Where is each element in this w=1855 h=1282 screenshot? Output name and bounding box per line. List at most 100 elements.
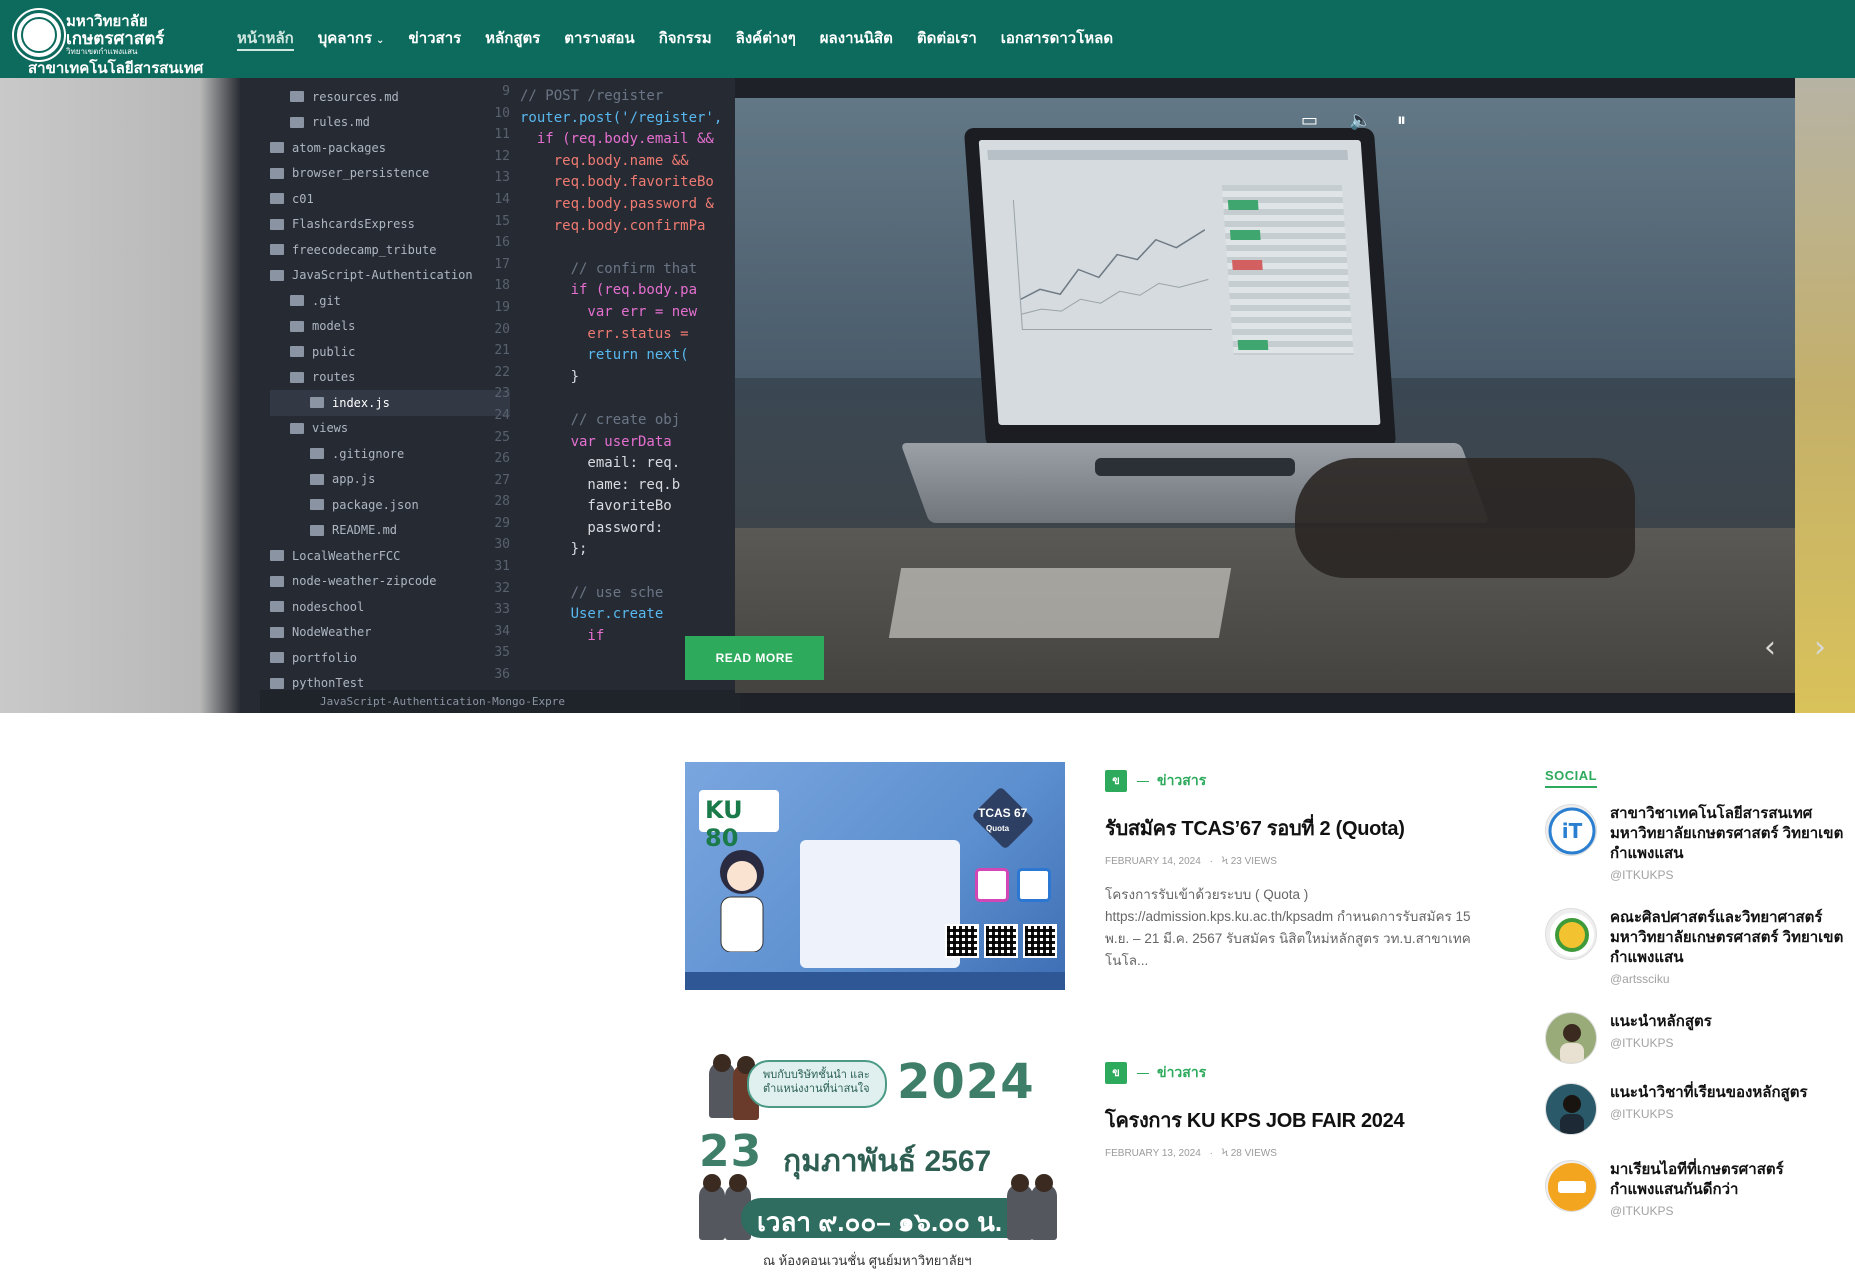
main-nav: หน้าหลัก บุคลากร ⌄ ข่าวสาร หลักสูตร ตาราง… [225, 19, 1125, 59]
nav-item-schedule[interactable]: ตารางสอน [552, 19, 646, 59]
line-number: 20 [494, 321, 510, 337]
nav-label: ติดต่อเรา [916, 30, 977, 47]
file-tree-item: index.js [270, 390, 510, 416]
line-number: 21 [494, 343, 510, 359]
file-name: README.md [332, 523, 398, 538]
folder-icon [290, 371, 304, 383]
code-line: // confirm that [520, 260, 698, 277]
social-handle: @ITKUKPS [1610, 1036, 1674, 1050]
line-number: 35 [494, 645, 510, 661]
social-name: คณะศิลปศาสตร์และวิทยาศาสตร์ มหาวิทยาลัยเ… [1610, 909, 1844, 966]
social-item[interactable]: iT สาขาวิชาเทคโนโลยีสารสนเทศ มหาวิทยาลัย… [1545, 804, 1845, 884]
line-number: 28 [494, 494, 510, 510]
volume-icon[interactable]: 🔈 [1349, 110, 1371, 131]
line-number: 30 [494, 537, 510, 553]
logo-line-1: มหาวิทยาลัย [66, 13, 148, 30]
nav-item-curriculum[interactable]: หลักสูตร [473, 19, 552, 59]
line-number: 18 [494, 278, 510, 294]
info-card [800, 840, 960, 968]
prev-slide-icon[interactable]: ‹ [1764, 630, 1776, 665]
file-name: index.js [332, 395, 390, 410]
code-line: // POST /register [520, 88, 664, 104]
nav-item-links[interactable]: ลิงค์ต่างๆ [724, 19, 808, 59]
file-tree-item: JavaScript-Authentication [270, 263, 510, 289]
social-item[interactable]: คณะศิลปศาสตร์และวิทยาศาสตร์ มหาวิทยาลัยเ… [1545, 908, 1845, 988]
it-logo-icon: iT [1545, 804, 1597, 856]
file-tree-item: app.js [270, 467, 510, 493]
nav-item-downloads[interactable]: เอกสารดาวโหลด [989, 19, 1125, 59]
folder-icon [290, 346, 304, 358]
line-number: 12 [494, 148, 510, 164]
post-card: พบกับบริษัทชั้นนำ และตำแหน่งงานที่น่าสนใ… [685, 1054, 1505, 1282]
folder-icon [290, 320, 304, 332]
next-slide-icon[interactable]: › [1814, 630, 1826, 665]
line-number: 33 [494, 602, 510, 618]
youtube-icon[interactable]: ▭ [1301, 110, 1318, 131]
line-number: 14 [494, 191, 510, 207]
file-name: app.js [332, 472, 376, 487]
line-number: 11 [494, 127, 510, 143]
file-tree: resources.md rules.md atom-packages browser… [270, 84, 510, 696]
post-category[interactable]: ข ข่าวสาร [1105, 770, 1206, 792]
nav-item-home[interactable]: หน้าหลัก [225, 19, 306, 59]
file-name: package.json [332, 497, 419, 512]
nav-item-activities[interactable]: กิจกรรม [647, 19, 724, 59]
line-number: 17 [494, 256, 510, 272]
line-number: 27 [494, 472, 510, 488]
folder-icon [310, 524, 324, 536]
site-header: มหาวิทยาลัย เกษตรศาสตร์ วิทยาเขตกำแพงแสน… [0, 0, 1855, 78]
post-thumbnail[interactable]: พบกับบริษัทชั้นนำ และตำแหน่งงานที่น่าสนใ… [685, 1054, 1065, 1282]
pause-icon[interactable]: ⏸ [1397, 110, 1406, 131]
quota-box [975, 868, 1009, 902]
file-name: resources.md [312, 89, 399, 104]
laptop-image [963, 128, 1397, 448]
code-line: if (req.body.email && [520, 131, 714, 148]
social-name: แนะนำวิชาที่เรียนของหลักสูตร [1610, 1084, 1808, 1101]
hero-video[interactable]: ▭ 🔈 ⏸ [735, 98, 1795, 693]
file-tree-item: FlashcardsExpress [270, 212, 510, 238]
social-item[interactable]: แนะนำวิชาที่เรียนของหลักสูตร @ITKUKPS [1545, 1083, 1845, 1139]
nav-item-staff[interactable]: บุคลากร ⌄ [306, 19, 397, 59]
girl-illustration [720, 850, 764, 952]
post-title[interactable]: โครงการ KU KPS JOB FAIR 2024 [1105, 1104, 1405, 1136]
post-card: KU 80 TCAS 67 Quota ข ข่าวสาร รับสมัคร TC… [685, 762, 1505, 992]
qr-code [945, 924, 979, 958]
file-tree-item: README.md [270, 518, 510, 544]
social-item[interactable]: มาเรียนไอทีที่เกษตรศาสตร์กำแพงแสนกันดีกว… [1545, 1160, 1845, 1240]
read-more-button[interactable]: READ MORE [685, 636, 824, 680]
views-icon: ϟ [1221, 1148, 1228, 1159]
file-tree-item: .git [270, 288, 510, 314]
nav-item-student-works[interactable]: ผลงานนิสิต [808, 19, 905, 59]
line-number: 32 [494, 580, 510, 596]
file-name: views [312, 421, 349, 436]
university-logo[interactable]: มหาวิทยาลัย เกษตรศาสตร์ วิทยาเขตกำแพงแสน… [12, 4, 203, 77]
nav-item-news[interactable]: ข่าวสาร [396, 19, 473, 59]
file-tree-item: resources.md [270, 84, 510, 110]
post-thumbnail[interactable]: KU 80 TCAS 67 Quota [685, 762, 1065, 990]
folder-icon [270, 167, 284, 179]
file-name: browser_persistence [292, 166, 430, 181]
nav-label: ตารางสอน [564, 30, 635, 47]
file-tree-item: .gitignore [270, 441, 510, 467]
social-item[interactable]: แนะนำหลักสูตร @ITKUKPS [1545, 1012, 1845, 1068]
folder-icon [290, 116, 304, 128]
post-date: FEBRUARY 13, 2024 [1105, 1148, 1201, 1159]
post-title[interactable]: รับสมัคร TCAS’67 รอบที่ 2 (Quota) [1105, 812, 1405, 844]
chevron-down-icon: ⌄ [376, 35, 385, 46]
file-tree-item: atom-packages [270, 135, 510, 161]
folder-icon [270, 244, 284, 256]
folder-icon [310, 448, 324, 460]
file-name: c01 [292, 191, 314, 206]
file-name: node-weather-zipcode [292, 574, 437, 589]
post-views: 23 VIEWS [1230, 856, 1277, 867]
nav-item-contact[interactable]: ติดต่อเรา [905, 19, 989, 59]
code-line: err.status = [520, 325, 689, 342]
social-name: มาเรียนไอทีที่เกษตรศาสตร์กำแพงแสนกันดีกว… [1610, 1161, 1784, 1198]
file-name: atom-packages [292, 140, 386, 155]
faculty-logo-icon [1545, 908, 1597, 960]
qr-code [1023, 924, 1057, 958]
post-category[interactable]: ข ข่าวสาร [1105, 1062, 1206, 1084]
month-text: กุมภาพันธ์ 2567 [783, 1145, 992, 1178]
